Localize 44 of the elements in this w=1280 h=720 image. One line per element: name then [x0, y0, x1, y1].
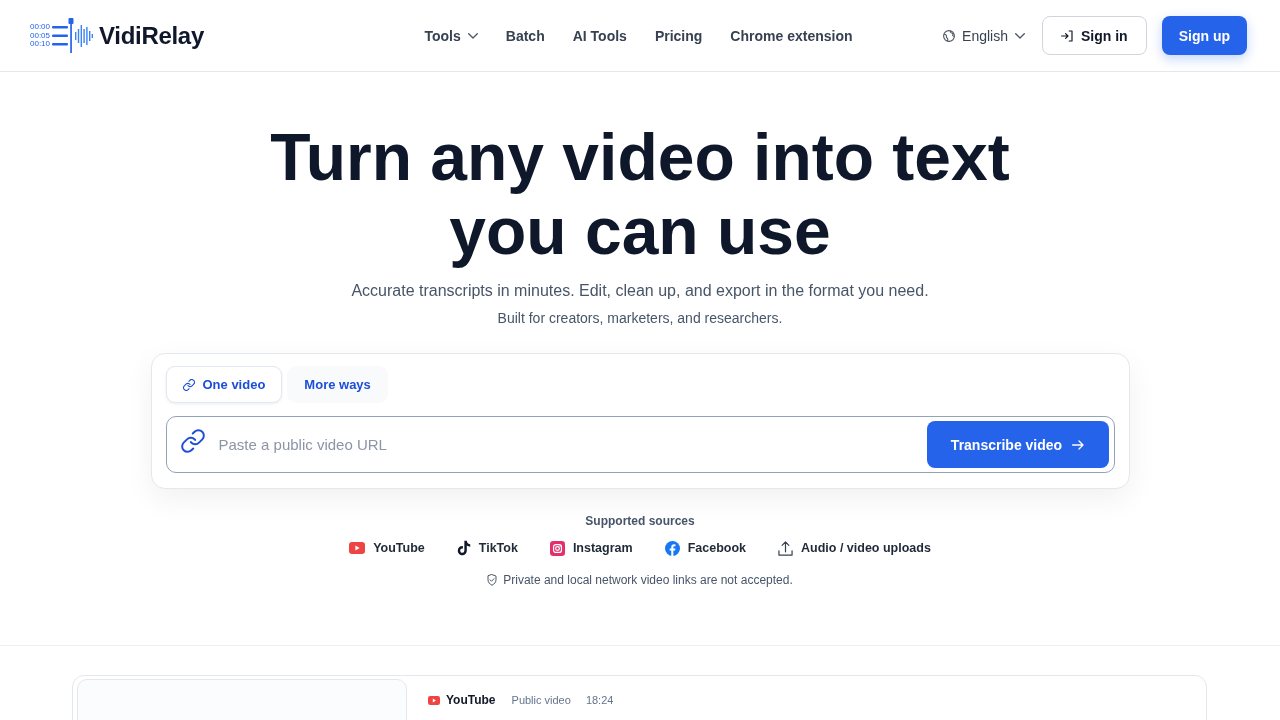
hero-title: Turn any video into text you can use	[269, 120, 1011, 268]
visibility-label: Public video	[511, 693, 571, 708]
chevron-down-icon	[467, 32, 478, 39]
upload-icon	[778, 540, 793, 556]
source-label: Audio / video uploads	[801, 540, 931, 557]
mode-tab[interactable]: More ways	[287, 366, 388, 403]
sign-in-button[interactable]: Sign in	[1042, 16, 1147, 55]
waveform-logo-icon	[52, 17, 94, 53]
arrow-right-icon	[1072, 439, 1085, 450]
source-label: Instagram	[572, 540, 633, 557]
nav-link[interactable]: Pricing	[654, 27, 703, 44]
tiktok-icon	[456, 540, 471, 556]
source-label: TikTok	[478, 540, 518, 557]
sources-heading: Supported sources	[585, 513, 695, 529]
timestamp-text: 00:05	[30, 31, 51, 41]
source-label: YouTube	[373, 540, 425, 557]
language-selector[interactable]: English	[943, 27, 1025, 44]
timestamp-text: 00:00	[30, 23, 51, 32]
nav-link[interactable]: Chrome extension	[730, 27, 853, 44]
note-text: Private and local network video links are not accepted.	[503, 572, 793, 588]
transcribe-button[interactable]: Transcribe video	[926, 421, 1109, 468]
youtube-icon	[428, 695, 440, 705]
facebook-icon	[664, 540, 680, 556]
globe-icon	[943, 29, 956, 42]
logo-text[interactable]: VidiRelay	[99, 21, 204, 50]
chevron-down-icon	[1015, 32, 1025, 39]
mode-tab[interactable]: One video	[165, 366, 283, 403]
link-icon	[182, 378, 195, 391]
duration-label: 18:24	[585, 693, 614, 708]
platform-label: YouTube	[446, 692, 496, 708]
link-icon	[180, 428, 205, 453]
youtube-icon	[349, 542, 366, 554]
sign-in-icon	[1061, 29, 1073, 42]
source-label: Facebook	[687, 540, 746, 557]
shield-check-icon	[487, 574, 498, 586]
instagram-icon	[549, 540, 565, 556]
hero-tagline: Built for creators, marketers, and researchers.	[497, 309, 783, 328]
nav-link[interactable]: Tools	[424, 27, 478, 44]
nav-link[interactable]: Batch	[505, 27, 545, 44]
nav-link[interactable]: AI Tools	[572, 27, 627, 44]
hero-subtitle: Accurate transcripts in minutes. Edit, clean up, and export in the format you need.	[351, 281, 929, 301]
sign-up-button[interactable]: Sign up	[1161, 16, 1247, 55]
timestamp-text: 00:10	[30, 40, 51, 49]
url-field[interactable]: Paste a public video URL Transcribe video	[165, 416, 1115, 473]
